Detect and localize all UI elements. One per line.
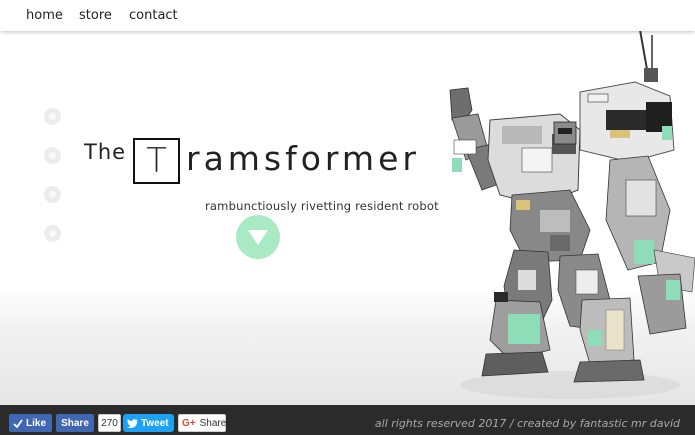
scroll-down-button[interactable] bbox=[236, 215, 280, 259]
section-dot-4[interactable] bbox=[44, 225, 61, 242]
google-plus-share-button[interactable]: G+ Share bbox=[178, 414, 226, 432]
top-nav: home store contact bbox=[0, 0, 695, 31]
google-plus-share-label: Share bbox=[199, 417, 227, 429]
title-main: ramsformer bbox=[186, 139, 420, 178]
twitter-bird-icon bbox=[127, 418, 138, 428]
facebook-like-label: Like bbox=[26, 417, 47, 429]
nav-home-link[interactable]: home bbox=[26, 8, 63, 23]
title-prefix: The bbox=[84, 140, 127, 164]
robot-illustration bbox=[449, 30, 695, 399]
copyright-text: all rights reserved 2017 / created by fa… bbox=[374, 417, 680, 430]
section-dot-2[interactable] bbox=[44, 147, 61, 164]
facebook-like-icon bbox=[13, 418, 23, 428]
share-count: 270 bbox=[98, 414, 121, 432]
title-boxed-letter: T bbox=[133, 138, 180, 184]
chevron-down-icon bbox=[248, 230, 268, 245]
tweet-button[interactable]: Tweet bbox=[123, 414, 174, 432]
tagline: rambunctiously rivetting resident robot bbox=[205, 199, 439, 213]
footer: Like Share 270 Tweet G+ Share all rights… bbox=[0, 405, 695, 435]
nav-store-link[interactable]: store bbox=[79, 8, 112, 23]
facebook-share-label: Share bbox=[61, 417, 89, 429]
nav-contact-link[interactable]: contact bbox=[129, 8, 178, 23]
section-dot-1[interactable] bbox=[44, 108, 61, 125]
facebook-share-button[interactable]: Share bbox=[56, 414, 94, 432]
google-plus-icon: G+ bbox=[182, 417, 196, 429]
tweet-label: Tweet bbox=[141, 417, 169, 429]
facebook-like-button[interactable]: Like bbox=[9, 414, 52, 432]
section-dot-3[interactable] bbox=[44, 186, 61, 203]
